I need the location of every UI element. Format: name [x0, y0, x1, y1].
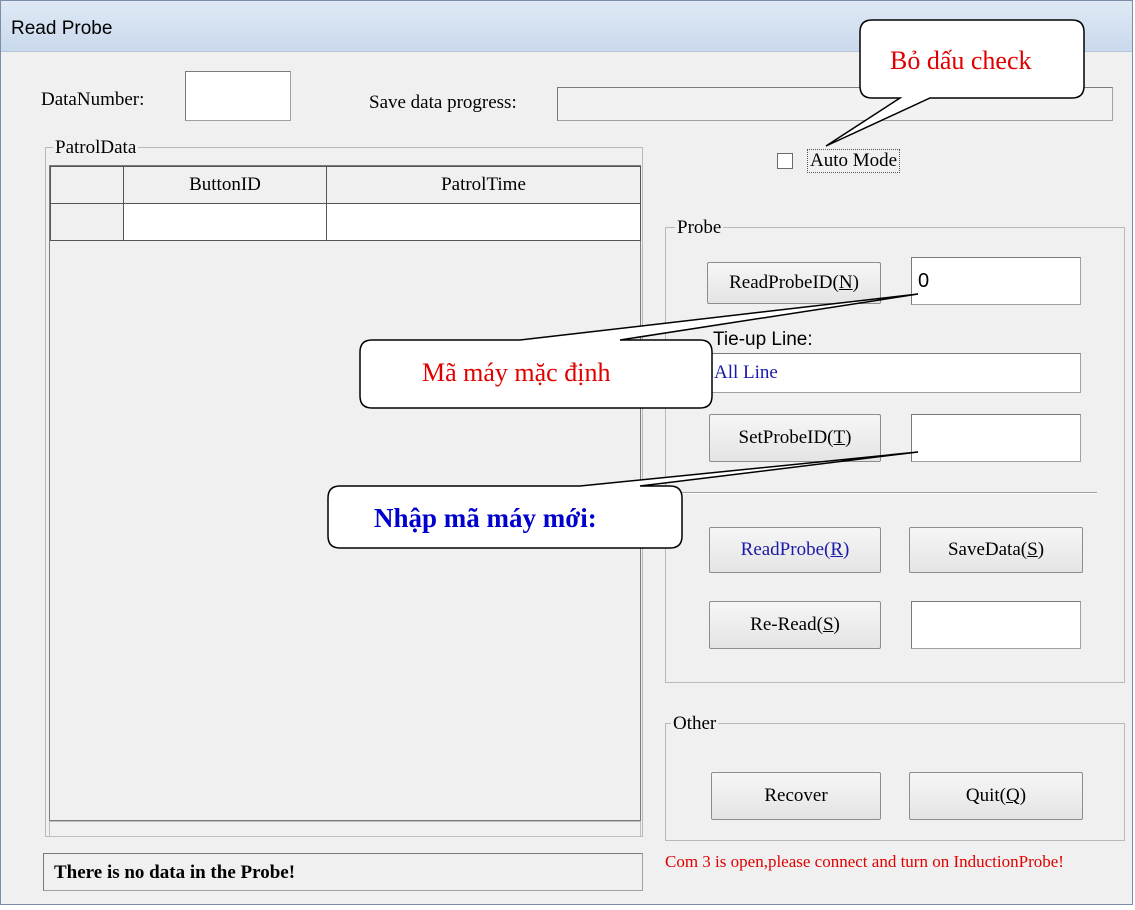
callout-text-default-id: Mã máy mặc định [422, 358, 611, 387]
callout-bubble-uncheck [825, 19, 1085, 147]
callout-overlay [327, 19, 1085, 549]
callout-text-new-id: Nhập mã máy mới: [374, 503, 597, 533]
callout-bubble-default-id [359, 293, 919, 409]
callout-text-uncheck: Bỏ dấu check [890, 46, 1032, 75]
